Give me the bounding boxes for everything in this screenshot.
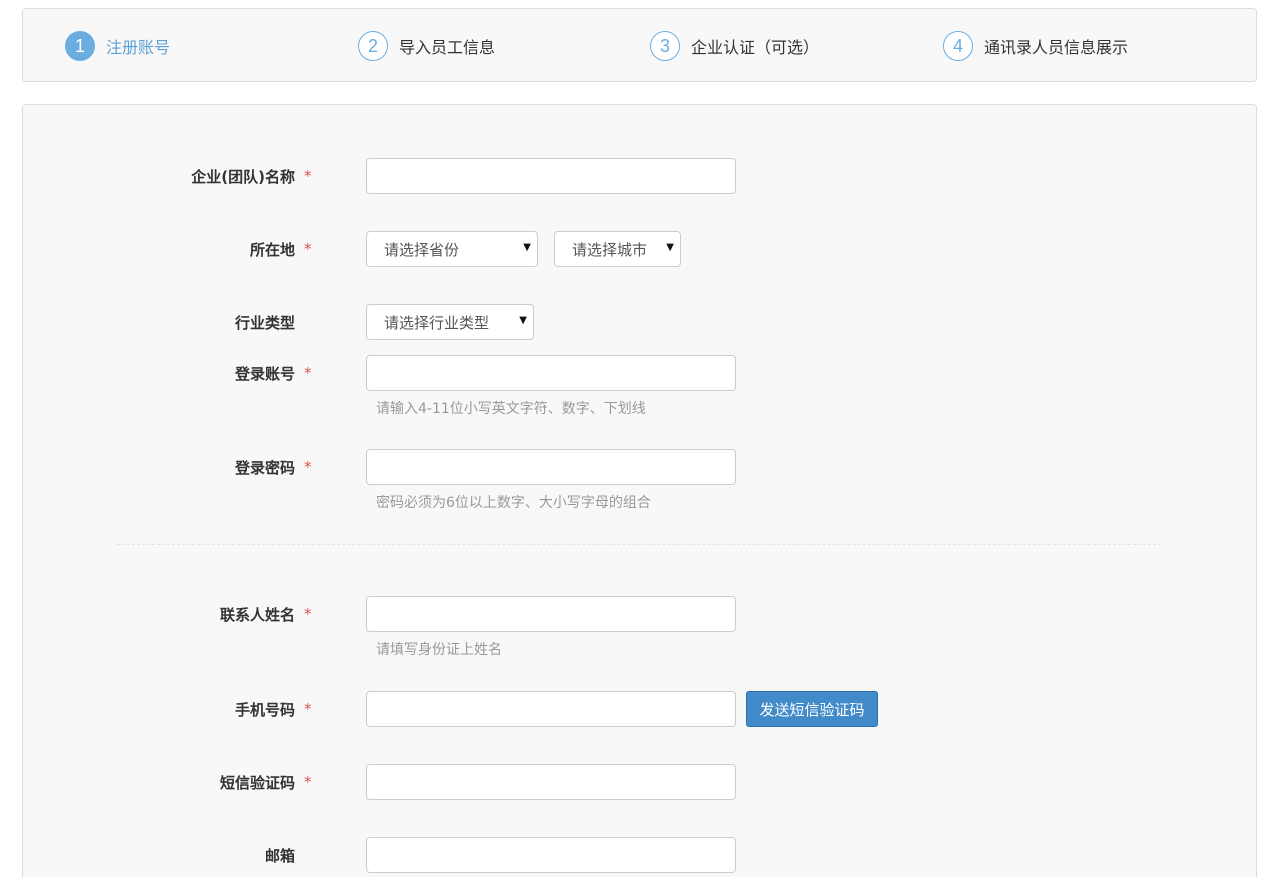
step-number-2: 2 [358, 31, 388, 61]
registration-form: 企业(团队)名称 * 所在地 * 请选择省份 ▼ 请选择城市 ▼ 行业类型 请选… [22, 104, 1257, 877]
step-number-1: 1 [65, 31, 95, 61]
section-divider [117, 544, 1161, 545]
phone-label: 手机号码 * [234, 700, 312, 719]
company-name-input[interactable] [366, 158, 736, 194]
required-marker: * [304, 773, 312, 791]
password-hint: 密码必须为6位以上数字、大小写字母的组合 [376, 495, 651, 511]
step-label: 注册账号 [106, 38, 171, 57]
company-name-label: 企业(团队)名称 * [191, 167, 312, 186]
step-number-3: 3 [650, 31, 680, 61]
email-label: 邮箱 [264, 846, 295, 865]
password-input[interactable] [366, 449, 736, 485]
step-label: 企业认证（可选） [691, 38, 820, 57]
required-marker: * [304, 458, 312, 476]
registration-steps: 1 注册账号 2 导入员工信息 3 企业认证（可选） 4 通讯录人员信息展示 [22, 8, 1257, 82]
province-select[interactable]: 请选择省份 ▼ [366, 231, 538, 267]
triangle-down-icon: ▼ [523, 242, 531, 253]
step-label: 通讯录人员信息展示 [984, 38, 1129, 57]
step-label: 导入员工信息 [399, 38, 496, 57]
send-sms-code-button[interactable]: 发送短信验证码 [746, 691, 878, 727]
triangle-down-icon: ▼ [519, 315, 527, 326]
industry-label: 行业类型 [234, 313, 295, 332]
account-input[interactable] [366, 355, 736, 391]
step-enterprise-verification[interactable]: 3 企业认证（可选） [650, 31, 819, 61]
sms-code-label: 短信验证码 * [219, 773, 312, 792]
contact-name-hint: 请填写身份证上姓名 [376, 642, 502, 658]
sms-code-input[interactable] [366, 764, 736, 800]
step-import-employees[interactable]: 2 导入员工信息 [358, 31, 495, 61]
location-label: 所在地 * [249, 240, 312, 259]
email-input[interactable] [366, 837, 736, 873]
password-label: 登录密码 * [234, 458, 312, 477]
required-marker: * [304, 240, 312, 258]
step-register-account[interactable]: 1 注册账号 [65, 31, 170, 61]
triangle-down-icon: ▼ [666, 242, 674, 253]
city-select[interactable]: 请选择城市 ▼ [554, 231, 681, 267]
required-marker: * [304, 167, 312, 185]
required-marker: * [304, 605, 312, 623]
step-number-4: 4 [943, 31, 973, 61]
phone-input[interactable] [366, 691, 736, 727]
required-marker: * [304, 364, 312, 382]
step-contacts-display[interactable]: 4 通讯录人员信息展示 [943, 31, 1128, 61]
account-label: 登录账号 * [234, 364, 312, 383]
contact-name-label: 联系人姓名 * [219, 605, 312, 624]
industry-select[interactable]: 请选择行业类型 ▼ [366, 304, 534, 340]
required-marker: * [304, 700, 312, 718]
account-hint: 请输入4-11位小写英文字符、数字、下划线 [376, 401, 646, 417]
contact-name-input[interactable] [366, 596, 736, 632]
